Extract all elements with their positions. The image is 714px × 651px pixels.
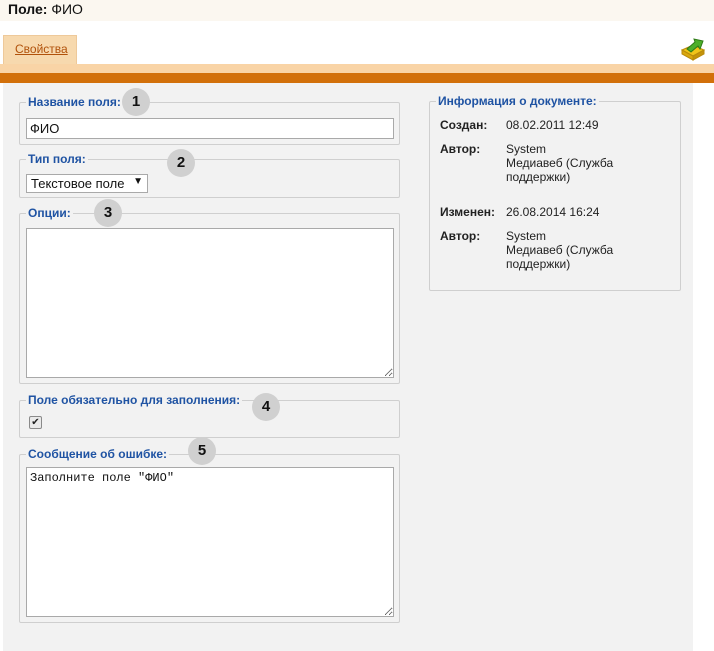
page-title-value: ФИО bbox=[51, 1, 83, 17]
title-bar: Поле: ФИО bbox=[0, 0, 714, 21]
field-name-input[interactable] bbox=[26, 118, 394, 139]
author-label: Автор: bbox=[440, 142, 481, 156]
document-info-legend: Информация о документе: bbox=[438, 94, 597, 108]
page-title-label: Поле: bbox=[8, 1, 48, 17]
options-legend: Опции: bbox=[28, 206, 71, 220]
annotation-badge-4: 4 bbox=[252, 393, 280, 421]
header-stripe-accent bbox=[0, 73, 714, 83]
dropdown-arrow-icon: ▼ bbox=[133, 176, 143, 187]
properties-panel: Название поля: 1 Тип поля: Текстовое пол… bbox=[3, 83, 693, 651]
annotation-badge-3: 3 bbox=[94, 199, 122, 227]
error-message-legend: Сообщение об ошибке: bbox=[28, 447, 168, 461]
created-label: Создан: bbox=[440, 118, 488, 132]
annotation-badge-2: 2 bbox=[167, 149, 195, 177]
annotation-badge-1: 1 bbox=[122, 88, 150, 116]
fieldset-required: Поле обязательно для заполнения: bbox=[19, 393, 400, 438]
right-margin bbox=[693, 83, 714, 651]
options-textarea[interactable] bbox=[26, 228, 394, 378]
page-title: Поле: ФИО bbox=[8, 1, 83, 17]
author-value: System Медиавеб (Служба поддержки) bbox=[506, 142, 614, 184]
field-type-legend: Тип поля: bbox=[28, 152, 86, 166]
created-value: 08.02.2011 12:49 bbox=[506, 118, 599, 132]
field-name-legend: Название поля: bbox=[28, 95, 121, 109]
field-type-select[interactable]: Текстовое поле ▼ bbox=[26, 174, 148, 193]
tab-properties[interactable]: Свойства bbox=[3, 35, 77, 65]
required-checkbox[interactable]: ✔ bbox=[29, 416, 42, 429]
error-message-textarea[interactable]: Заполните поле "ФИО" bbox=[26, 467, 394, 617]
field-type-selected: Текстовое поле bbox=[31, 176, 125, 191]
modified-author-label: Автор: bbox=[440, 229, 481, 243]
tab-properties-label[interactable]: Свойства bbox=[15, 42, 68, 56]
modified-label: Изменен: bbox=[440, 205, 496, 219]
tab-bar: Свойства bbox=[0, 21, 714, 65]
export-arrow-icon[interactable] bbox=[679, 36, 707, 62]
header-stripe-light bbox=[0, 64, 714, 73]
required-legend: Поле обязательно для заполнения: bbox=[28, 393, 241, 407]
modified-author-value: System Медиавеб (Служба поддержки) bbox=[506, 229, 614, 271]
annotation-badge-5: 5 bbox=[188, 437, 216, 465]
modified-value: 26.08.2014 16:24 bbox=[506, 205, 600, 219]
